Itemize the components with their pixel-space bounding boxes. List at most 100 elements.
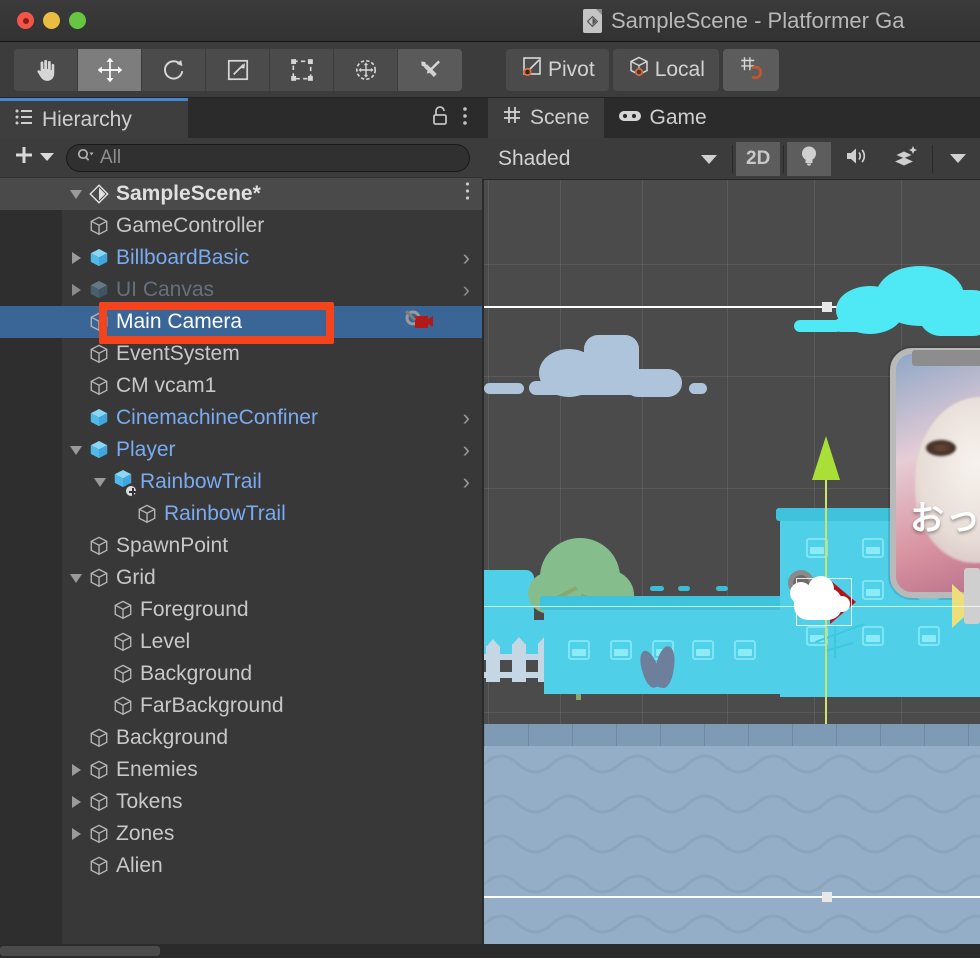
main-toolbar: Pivot Local	[0, 42, 980, 98]
hierarchy-item-label: Alien	[116, 854, 163, 877]
gameobject-icon	[110, 663, 136, 685]
hierarchy-item-player[interactable]: Player ›	[0, 434, 482, 466]
draw-mode-label: Shaded	[498, 146, 571, 170]
scene-viewport[interactable]: おっ	[484, 180, 980, 956]
foldout-toggle[interactable]	[66, 573, 86, 583]
close-button[interactable]	[17, 12, 34, 29]
hierarchy-item-background[interactable]: Background	[0, 658, 482, 690]
pivot-button[interactable]: Pivot	[506, 48, 609, 91]
prefab-open-chevron-icon[interactable]: ›	[463, 437, 470, 463]
toggle-2d-button[interactable]: 2D	[736, 141, 781, 176]
hierarchy-item-farbackground[interactable]: FarBackground	[0, 690, 482, 722]
foldout-toggle[interactable]	[66, 284, 86, 296]
hierarchy-item-eventsystem[interactable]: EventSystem	[0, 338, 482, 370]
kebab-menu-icon[interactable]	[462, 105, 468, 132]
camera-bounds-handle-top[interactable]	[822, 302, 832, 312]
hierarchy-item-spawnpoint[interactable]: SpawnPoint	[0, 530, 482, 562]
prefab-variant-icon	[110, 468, 138, 498]
handle-space-button[interactable]: Local	[612, 48, 719, 91]
foldout-toggle[interactable]	[66, 796, 86, 808]
tab-scene-label: Scene	[530, 106, 590, 129]
prefab-open-chevron-icon[interactable]: ›	[463, 277, 470, 303]
hierarchy-item-billboardbasic[interactable]: BillboardBasic ›	[0, 242, 482, 274]
hierarchy-item-rainbowtrail[interactable]: RainbowTrail	[0, 498, 482, 530]
toggle-effects-button[interactable]	[883, 141, 930, 176]
search-icon	[77, 148, 94, 168]
gameobject-icon	[86, 759, 112, 781]
camera-prefab-overlay-icon[interactable]	[404, 309, 434, 335]
foldout-toggle[interactable]	[66, 764, 86, 776]
bottom-scrollbar-thumb[interactable]	[0, 946, 160, 956]
toggle-audio-button[interactable]	[834, 141, 881, 176]
foldout-toggle[interactable]	[90, 477, 110, 487]
prefab-open-chevron-icon[interactable]: ›	[463, 245, 470, 271]
add-gameobject-button[interactable]	[12, 143, 54, 172]
tab-game[interactable]: Game	[604, 98, 721, 138]
foldout-toggle[interactable]	[66, 189, 86, 199]
hierarchy-item-gamecontroller[interactable]: GameController	[0, 210, 482, 242]
grid-snapping-button[interactable]	[722, 48, 779, 91]
hierarchy-item-label: Enemies	[116, 758, 198, 781]
lock-open-icon[interactable]	[430, 105, 450, 132]
chevron-down-icon	[950, 148, 967, 170]
hierarchy-item-level[interactable]: Level	[0, 626, 482, 658]
toolbar-separator	[732, 144, 734, 173]
hierarchy-item-enemies[interactable]: Enemies	[0, 754, 482, 786]
foldout-toggle[interactable]	[66, 445, 86, 455]
hierarchy-item-zones[interactable]: Zones	[0, 818, 482, 850]
prefab-open-chevron-icon[interactable]: ›	[463, 469, 470, 495]
chevron-down-icon	[40, 149, 54, 167]
toggle-lighting-button[interactable]	[787, 141, 832, 176]
zoom-button[interactable]	[69, 12, 86, 29]
hierarchy-item-cm-vcam1[interactable]: CM vcam1	[0, 370, 482, 402]
kebab-menu-icon[interactable]	[465, 181, 470, 207]
rect-tool-button[interactable]	[270, 48, 334, 91]
hierarchy-item-cinemachineconfiner[interactable]: CinemachineConfiner ›	[0, 402, 482, 434]
lightbulb-icon	[798, 144, 820, 174]
draw-mode-dropdown[interactable]: Shaded	[486, 141, 730, 176]
foldout-toggle[interactable]	[66, 828, 86, 840]
hierarchy-item-rainbowtrail[interactable]: RainbowTrail ›	[0, 466, 482, 498]
minimize-button[interactable]	[43, 12, 60, 29]
handle-space-label: Local	[654, 57, 705, 81]
hierarchy-item-label: Background	[116, 726, 229, 749]
hierarchy-item-label: Zones	[116, 822, 175, 845]
chevron-down-icon	[701, 147, 718, 171]
tab-hierarchy[interactable]: Hierarchy	[0, 98, 188, 138]
hierarchy-item-grid[interactable]: Grid	[0, 562, 482, 594]
main-camera-gizmo[interactable]	[786, 568, 864, 640]
scale-tool-button[interactable]	[206, 48, 270, 91]
custom-tool-button[interactable]	[398, 48, 462, 91]
hierarchy-tree[interactable]: SampleScene* GameController BillboardBasic…	[0, 178, 482, 944]
gameobject-icon	[86, 567, 112, 589]
hierarchy-item-alien[interactable]: Alien	[0, 850, 482, 882]
hierarchy-item-main-camera[interactable]: Main Camera	[0, 306, 482, 338]
window-bottom-scrollbar[interactable]	[0, 944, 980, 958]
grid-line	[484, 712, 980, 713]
hand-tool-button[interactable]	[14, 48, 78, 91]
building-ledge	[540, 596, 790, 610]
transform-tools-group	[14, 48, 462, 91]
effects-dropdown-button[interactable]	[936, 141, 980, 176]
prefab-icon-dim	[86, 279, 112, 301]
hierarchy-scene-root[interactable]: SampleScene*	[0, 178, 482, 210]
camera-bounds-handle-bottom[interactable]	[822, 892, 832, 902]
foldout-toggle[interactable]	[66, 252, 86, 264]
grid-snap-magnet-icon	[738, 54, 764, 86]
hierarchy-item-foreground[interactable]: Foreground	[0, 594, 482, 626]
gizmo-y-axis-arrow[interactable]	[812, 436, 840, 480]
search-input[interactable]: All	[66, 143, 470, 172]
hierarchy-toolbar: All	[0, 138, 482, 178]
hierarchy-item-background[interactable]: Background	[0, 722, 482, 754]
transform-tool-button[interactable]	[334, 48, 398, 91]
prefab-open-chevron-icon[interactable]: ›	[463, 405, 470, 431]
rotate-tool-button[interactable]	[142, 48, 206, 91]
move-tool-button[interactable]	[78, 48, 142, 91]
hierarchy-item-tokens[interactable]: Tokens	[0, 786, 482, 818]
tab-scene[interactable]: Scene	[488, 98, 604, 138]
hierarchy-item-ui-canvas[interactable]: UI Canvas ›	[0, 274, 482, 306]
move-rotate-scale-icon	[353, 57, 379, 83]
tabbar-filler	[188, 98, 430, 138]
hierarchy-item-label: Player	[116, 438, 176, 461]
window-title-text: SampleScene - Platformer Ga	[611, 8, 905, 33]
